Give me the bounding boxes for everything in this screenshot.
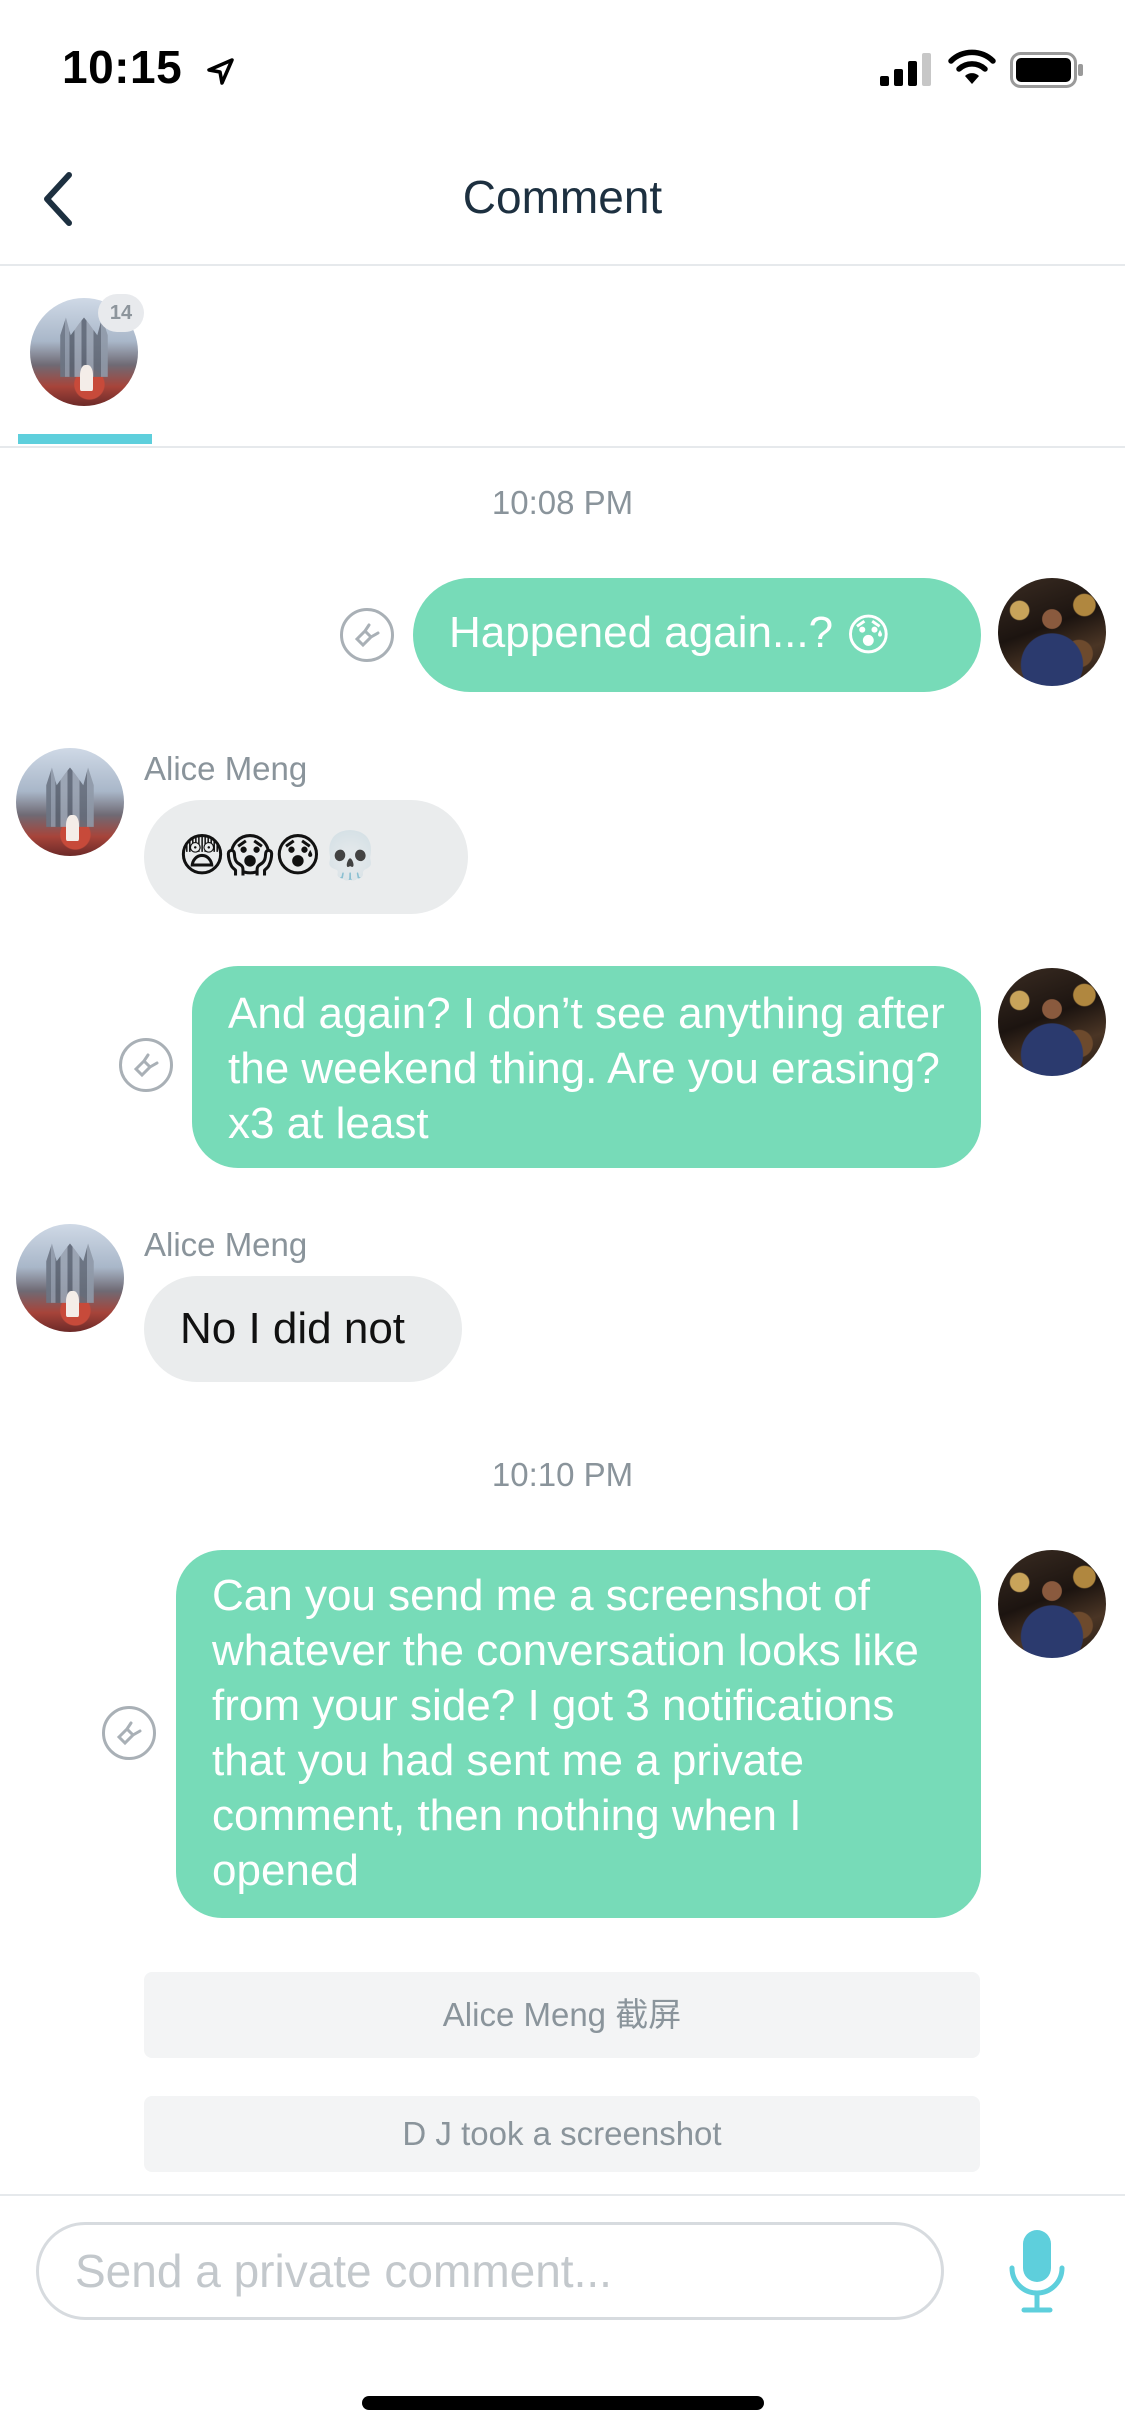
my-message-bubble[interactable]: Can you send me a screenshot of whatever… bbox=[176, 1550, 981, 1918]
comment-input[interactable] bbox=[36, 2222, 944, 2320]
page-title: Comment bbox=[462, 171, 663, 223]
composer-divider bbox=[0, 2194, 1125, 2196]
their-message-bubble[interactable]: 😨😱😰💀 bbox=[144, 800, 468, 914]
battery-icon bbox=[1010, 52, 1084, 93]
unread-badge: 14 bbox=[98, 294, 144, 332]
my-message-bubble[interactable]: Happened again...? 😰 bbox=[413, 578, 981, 692]
screenshot-indicator-icon bbox=[340, 608, 394, 662]
message-text: Can you send me a screenshot of whatever… bbox=[212, 1571, 919, 1895]
home-indicator bbox=[362, 2396, 764, 2410]
screenshot-notice: D J took a screenshot bbox=[144, 2096, 980, 2172]
message-text: And again? I don’t see anything after th… bbox=[228, 989, 945, 1148]
sender-name: Alice Meng bbox=[144, 750, 308, 787]
their-message-bubble[interactable]: No I did not bbox=[144, 1276, 462, 1382]
emoji: 😰 bbox=[845, 610, 892, 660]
microphone-button[interactable] bbox=[1006, 2228, 1068, 2314]
location-arrow-icon bbox=[205, 44, 235, 98]
alice-avatar[interactable] bbox=[16, 748, 124, 856]
screenshot-notice: Alice Meng 截屏 bbox=[144, 1972, 980, 2058]
microphone-icon bbox=[1006, 2230, 1068, 2318]
alice-avatar[interactable] bbox=[16, 1224, 124, 1332]
status-time-text: 10:15 bbox=[62, 41, 183, 93]
sender-name: Alice Meng bbox=[144, 1226, 308, 1263]
status-time: 10:15 bbox=[62, 40, 235, 98]
tab-underline bbox=[18, 434, 152, 444]
screenshot-indicator-icon bbox=[119, 1038, 173, 1092]
my-avatar[interactable] bbox=[998, 968, 1106, 1076]
wifi-icon bbox=[948, 48, 996, 91]
my-avatar[interactable] bbox=[998, 1550, 1106, 1658]
nav-divider bbox=[0, 264, 1125, 266]
tab-divider bbox=[0, 446, 1125, 448]
emoji-message: 😨😱😰💀 bbox=[178, 829, 380, 881]
message-text: No I did not bbox=[180, 1304, 406, 1353]
my-message-bubble[interactable]: And again? I don’t see anything after th… bbox=[192, 966, 981, 1168]
cellular-signal-icon bbox=[880, 52, 936, 91]
timestamp: 10:08 PM bbox=[491, 484, 634, 521]
message-text: Happened again...? bbox=[449, 608, 834, 657]
my-avatar[interactable] bbox=[998, 578, 1106, 686]
conversation-tab[interactable]: 14 bbox=[18, 276, 152, 446]
screenshot-indicator-icon bbox=[102, 1706, 156, 1760]
timestamp: 10:10 PM bbox=[491, 1456, 634, 1493]
